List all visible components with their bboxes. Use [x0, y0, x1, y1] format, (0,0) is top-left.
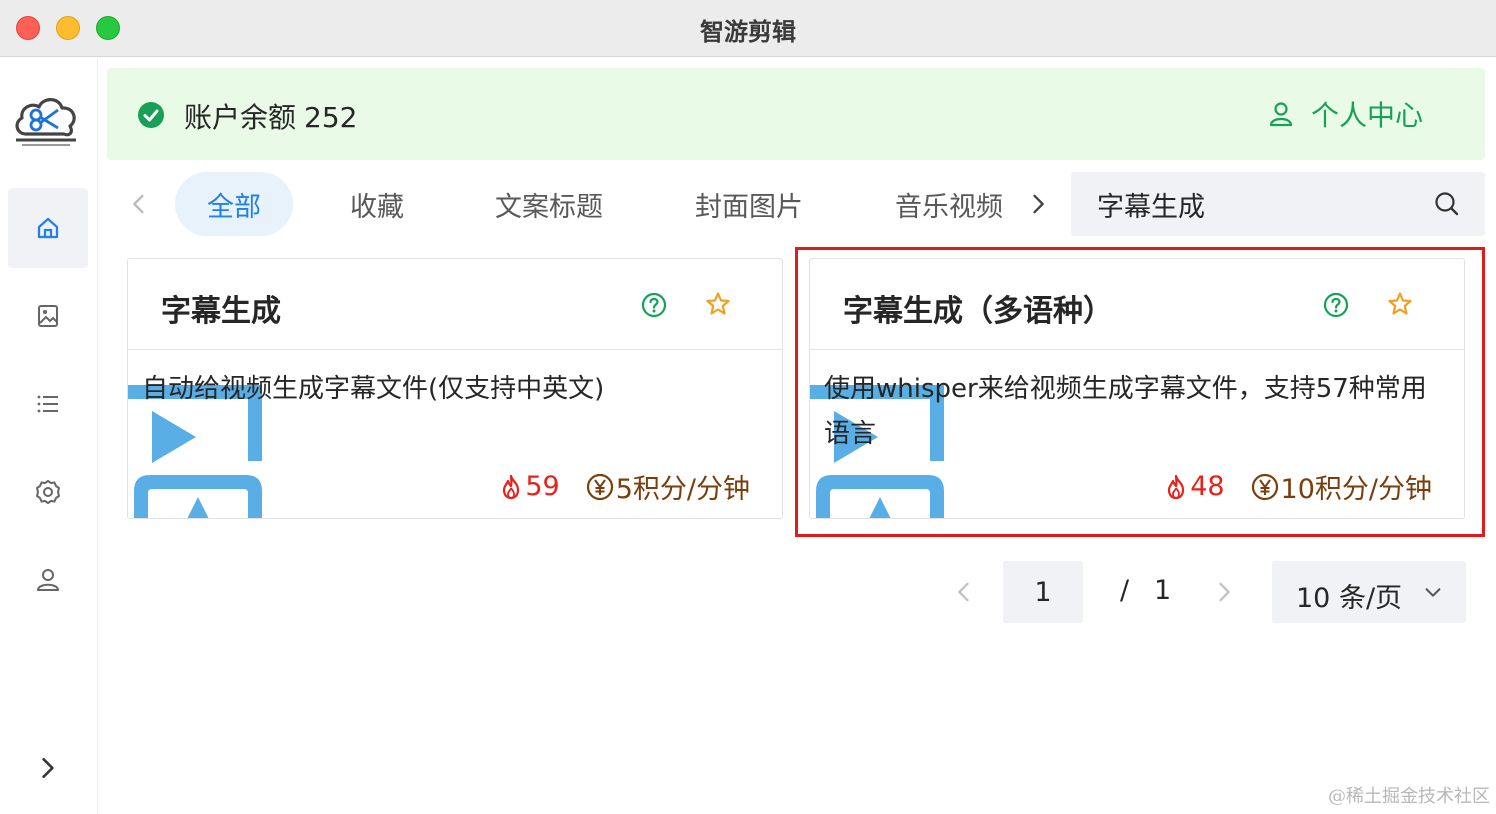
page-size-label: 10 条/页 — [1296, 583, 1403, 614]
yen-coin-icon — [586, 473, 613, 500]
current-page-input[interactable]: 1 — [1003, 561, 1083, 623]
card-header: 字幕生成（多语种） — [810, 259, 1464, 350]
tab-favorites[interactable]: 收藏 — [318, 172, 436, 236]
help-icon[interactable] — [1323, 292, 1349, 318]
card-description: 自动给视频生成字幕文件(仅支持中英文) — [142, 374, 605, 404]
fire-icon — [1168, 474, 1185, 499]
card-description: 使用whisper来给视频生成字幕文件，支持57种常用语言 — [824, 374, 1427, 449]
price-tag: 5积分/分钟 — [586, 467, 750, 506]
tool-card-subtitle[interactable]: 字幕生成 自动给视频生成字幕文件(仅支持中英文) 59 5积分/分钟 — [127, 258, 783, 519]
balance-label: 账户余额 — [184, 101, 297, 134]
sidebar-item-images[interactable] — [8, 276, 88, 356]
price-tag: 10积分/分钟 — [1251, 467, 1432, 506]
balance-value: 252 — [304, 101, 358, 134]
card-footer: 48 10积分/分钟 — [1164, 467, 1432, 506]
price-value: 5积分/分钟 — [615, 474, 750, 505]
sidebar-item-list[interactable] — [8, 364, 88, 444]
hot-count: 48 — [1164, 471, 1225, 502]
category-tabs: 全部 收藏 文案标题 封面图片 音乐视频 — [107, 172, 1067, 236]
hot-value: 59 — [525, 471, 560, 502]
window-title: 智游剪辑 — [700, 18, 796, 46]
tabs-scroll-left-icon[interactable] — [125, 190, 153, 218]
sidebar — [0, 58, 98, 814]
chevron-down-icon — [1425, 588, 1441, 597]
next-page-icon[interactable] — [1210, 578, 1238, 606]
title-bar: 智游剪辑 — [0, 0, 1496, 57]
tabs-scroll-right-icon[interactable] — [1024, 190, 1052, 218]
prev-page-icon[interactable] — [950, 578, 978, 606]
help-icon[interactable] — [641, 292, 667, 318]
user-icon — [37, 569, 59, 591]
star-icon[interactable] — [705, 291, 731, 317]
sidebar-collapse-button[interactable] — [30, 750, 66, 786]
tool-card-subtitle-multilang[interactable]: 字幕生成（多语种） 使用whisper来给视频生成字幕文件，支持57种常用语言 — [809, 258, 1465, 519]
gear-icon — [36, 480, 60, 504]
page-size-select[interactable]: 10 条/页 — [1272, 561, 1466, 623]
list-icon — [37, 395, 58, 413]
check-circle-icon — [138, 102, 164, 128]
user-icon — [1269, 102, 1293, 127]
home-icon — [37, 217, 59, 239]
card-header: 字幕生成 — [128, 259, 782, 350]
total-pages: 1 — [1154, 575, 1172, 606]
tab-cover-images[interactable]: 封面图片 — [663, 172, 835, 236]
balance-text: 账户余额 252 — [184, 96, 357, 136]
sidebar-item-home[interactable] — [8, 188, 88, 268]
hot-value: 48 — [1190, 471, 1225, 502]
star-icon[interactable] — [1387, 291, 1413, 317]
card-title: 字幕生成 — [161, 294, 281, 329]
search-box — [1071, 172, 1485, 236]
app-logo-icon — [12, 94, 80, 150]
card-footer: 59 5积分/分钟 — [499, 467, 750, 506]
account-balance-banner: 账户余额 252 个人中心 — [107, 68, 1485, 160]
search-input[interactable] — [1097, 172, 1417, 236]
image-icon — [38, 305, 58, 327]
fire-icon — [503, 474, 520, 499]
app-window: 智游剪辑 账户余额 252 个人中心 全部 收藏 文案标题 封面图片 音乐视频 … — [0, 0, 1496, 814]
tab-copywriting-titles[interactable]: 文案标题 — [463, 172, 635, 236]
yen-coin-icon — [1251, 473, 1278, 500]
tab-music-video[interactable]: 音乐视频 — [863, 172, 1035, 236]
sidebar-item-settings[interactable] — [8, 452, 88, 532]
watermark: @稀土掘金技术社区 — [1328, 786, 1490, 807]
user-center-label: 个人中心 — [1311, 99, 1424, 132]
tab-all[interactable]: 全部 — [175, 172, 293, 236]
sidebar-item-profile[interactable] — [8, 540, 88, 620]
chevron-right-icon — [42, 758, 54, 778]
page-separator: / — [1120, 575, 1130, 606]
hot-count: 59 — [499, 471, 560, 502]
user-center-link[interactable]: 个人中心 — [1267, 94, 1423, 134]
search-icon[interactable] — [1433, 190, 1461, 218]
card-title: 字幕生成（多语种） — [843, 294, 1113, 329]
price-value: 10积分/分钟 — [1280, 474, 1432, 505]
